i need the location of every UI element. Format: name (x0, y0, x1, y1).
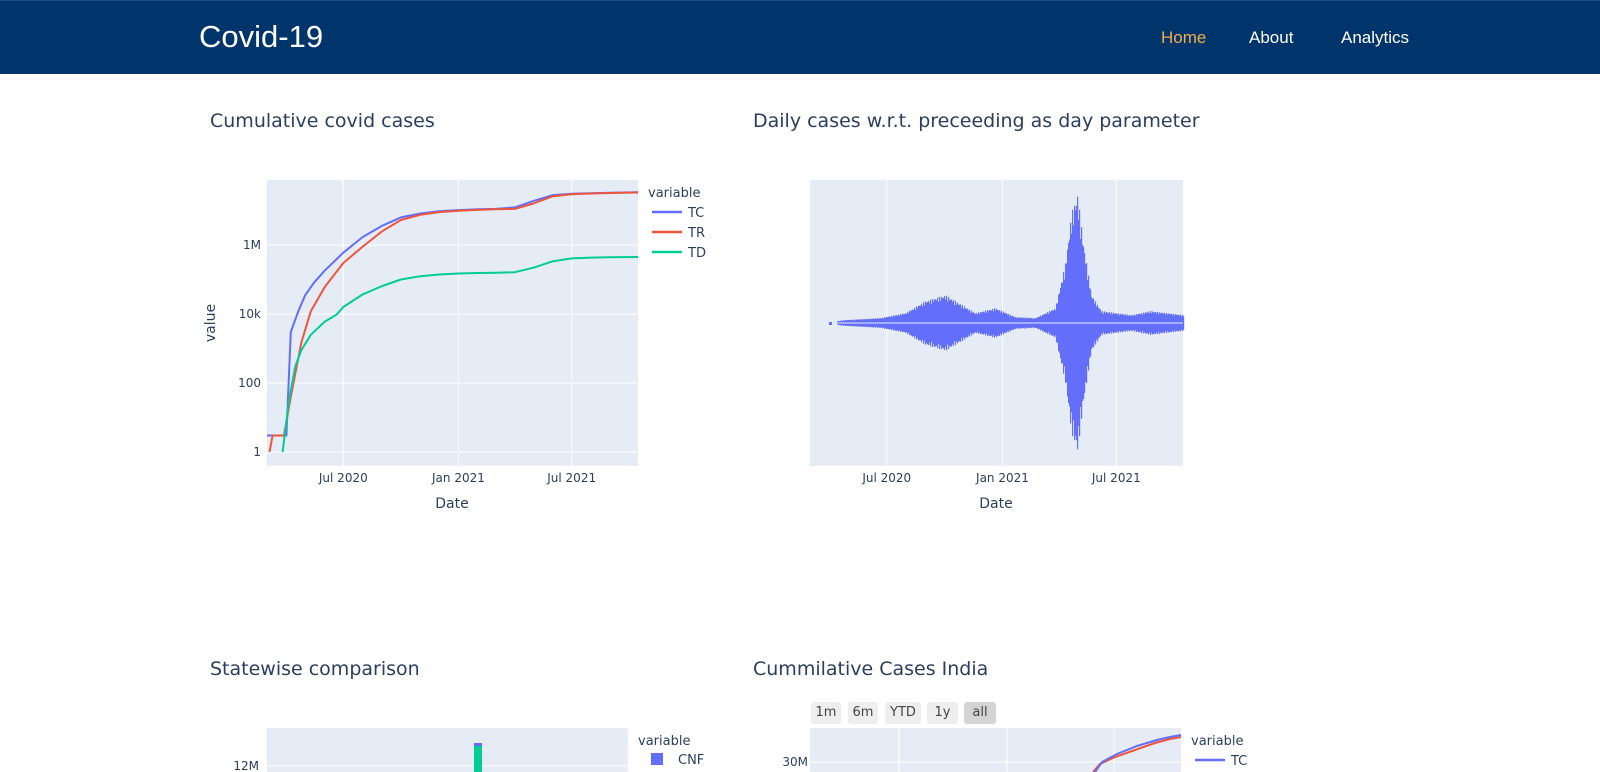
cumulative-x-tick: Jul 2020 (318, 471, 368, 485)
statewise-bar-top[interactable] (474, 743, 482, 746)
cumulative-y-axis-title: value (203, 304, 219, 342)
india-legend-title: variable (1191, 734, 1243, 749)
india-y-tick: 30M (782, 755, 808, 769)
daily-x-tick: Jan 2021 (975, 471, 1029, 485)
legend-label-cnf[interactable]: CNF (678, 753, 704, 768)
legend-label-tr[interactable]: TR (687, 226, 705, 241)
cumulative-legend: variable TC TR TD (648, 186, 706, 261)
charts-canvas: 1 100 10k 1M Jul 2020 Jan 2021 Jul 2021 Date v… (203, 180, 1247, 772)
daily-x-tick: Jul 2020 (861, 471, 911, 485)
legend-label-td[interactable]: TD (687, 246, 706, 261)
statewise-legend-title: variable (638, 734, 690, 749)
cumulative-y-tick: 1M (243, 238, 261, 252)
cumulative-x-tick: Jan 2021 (431, 471, 485, 485)
cumulative-x-tick: Jul 2021 (546, 471, 596, 485)
cumulative-x-axis-title: Date (435, 496, 468, 512)
daily-x-axis-title: Date (979, 496, 1012, 512)
statewise-y-tick: 12M (233, 759, 259, 772)
daily-bar[interactable] (829, 322, 832, 325)
legend-label-tc[interactable]: TC (687, 206, 704, 221)
statewise-bar[interactable] (474, 746, 482, 772)
daily-bar[interactable] (1183, 316, 1185, 330)
daily-x-tick: Jul 2021 (1091, 471, 1141, 485)
cumulative-y-tick: 10k (239, 307, 261, 321)
cumulative-legend-title: variable (648, 186, 700, 201)
cumulative-y-tick: 100 (238, 376, 261, 390)
cumulative-y-tick: 1 (253, 445, 261, 459)
legend-swatch-cnf[interactable] (651, 753, 663, 765)
statewise-plot-area[interactable] (267, 728, 628, 772)
india-legend-label-tc[interactable]: TC (1230, 754, 1247, 769)
